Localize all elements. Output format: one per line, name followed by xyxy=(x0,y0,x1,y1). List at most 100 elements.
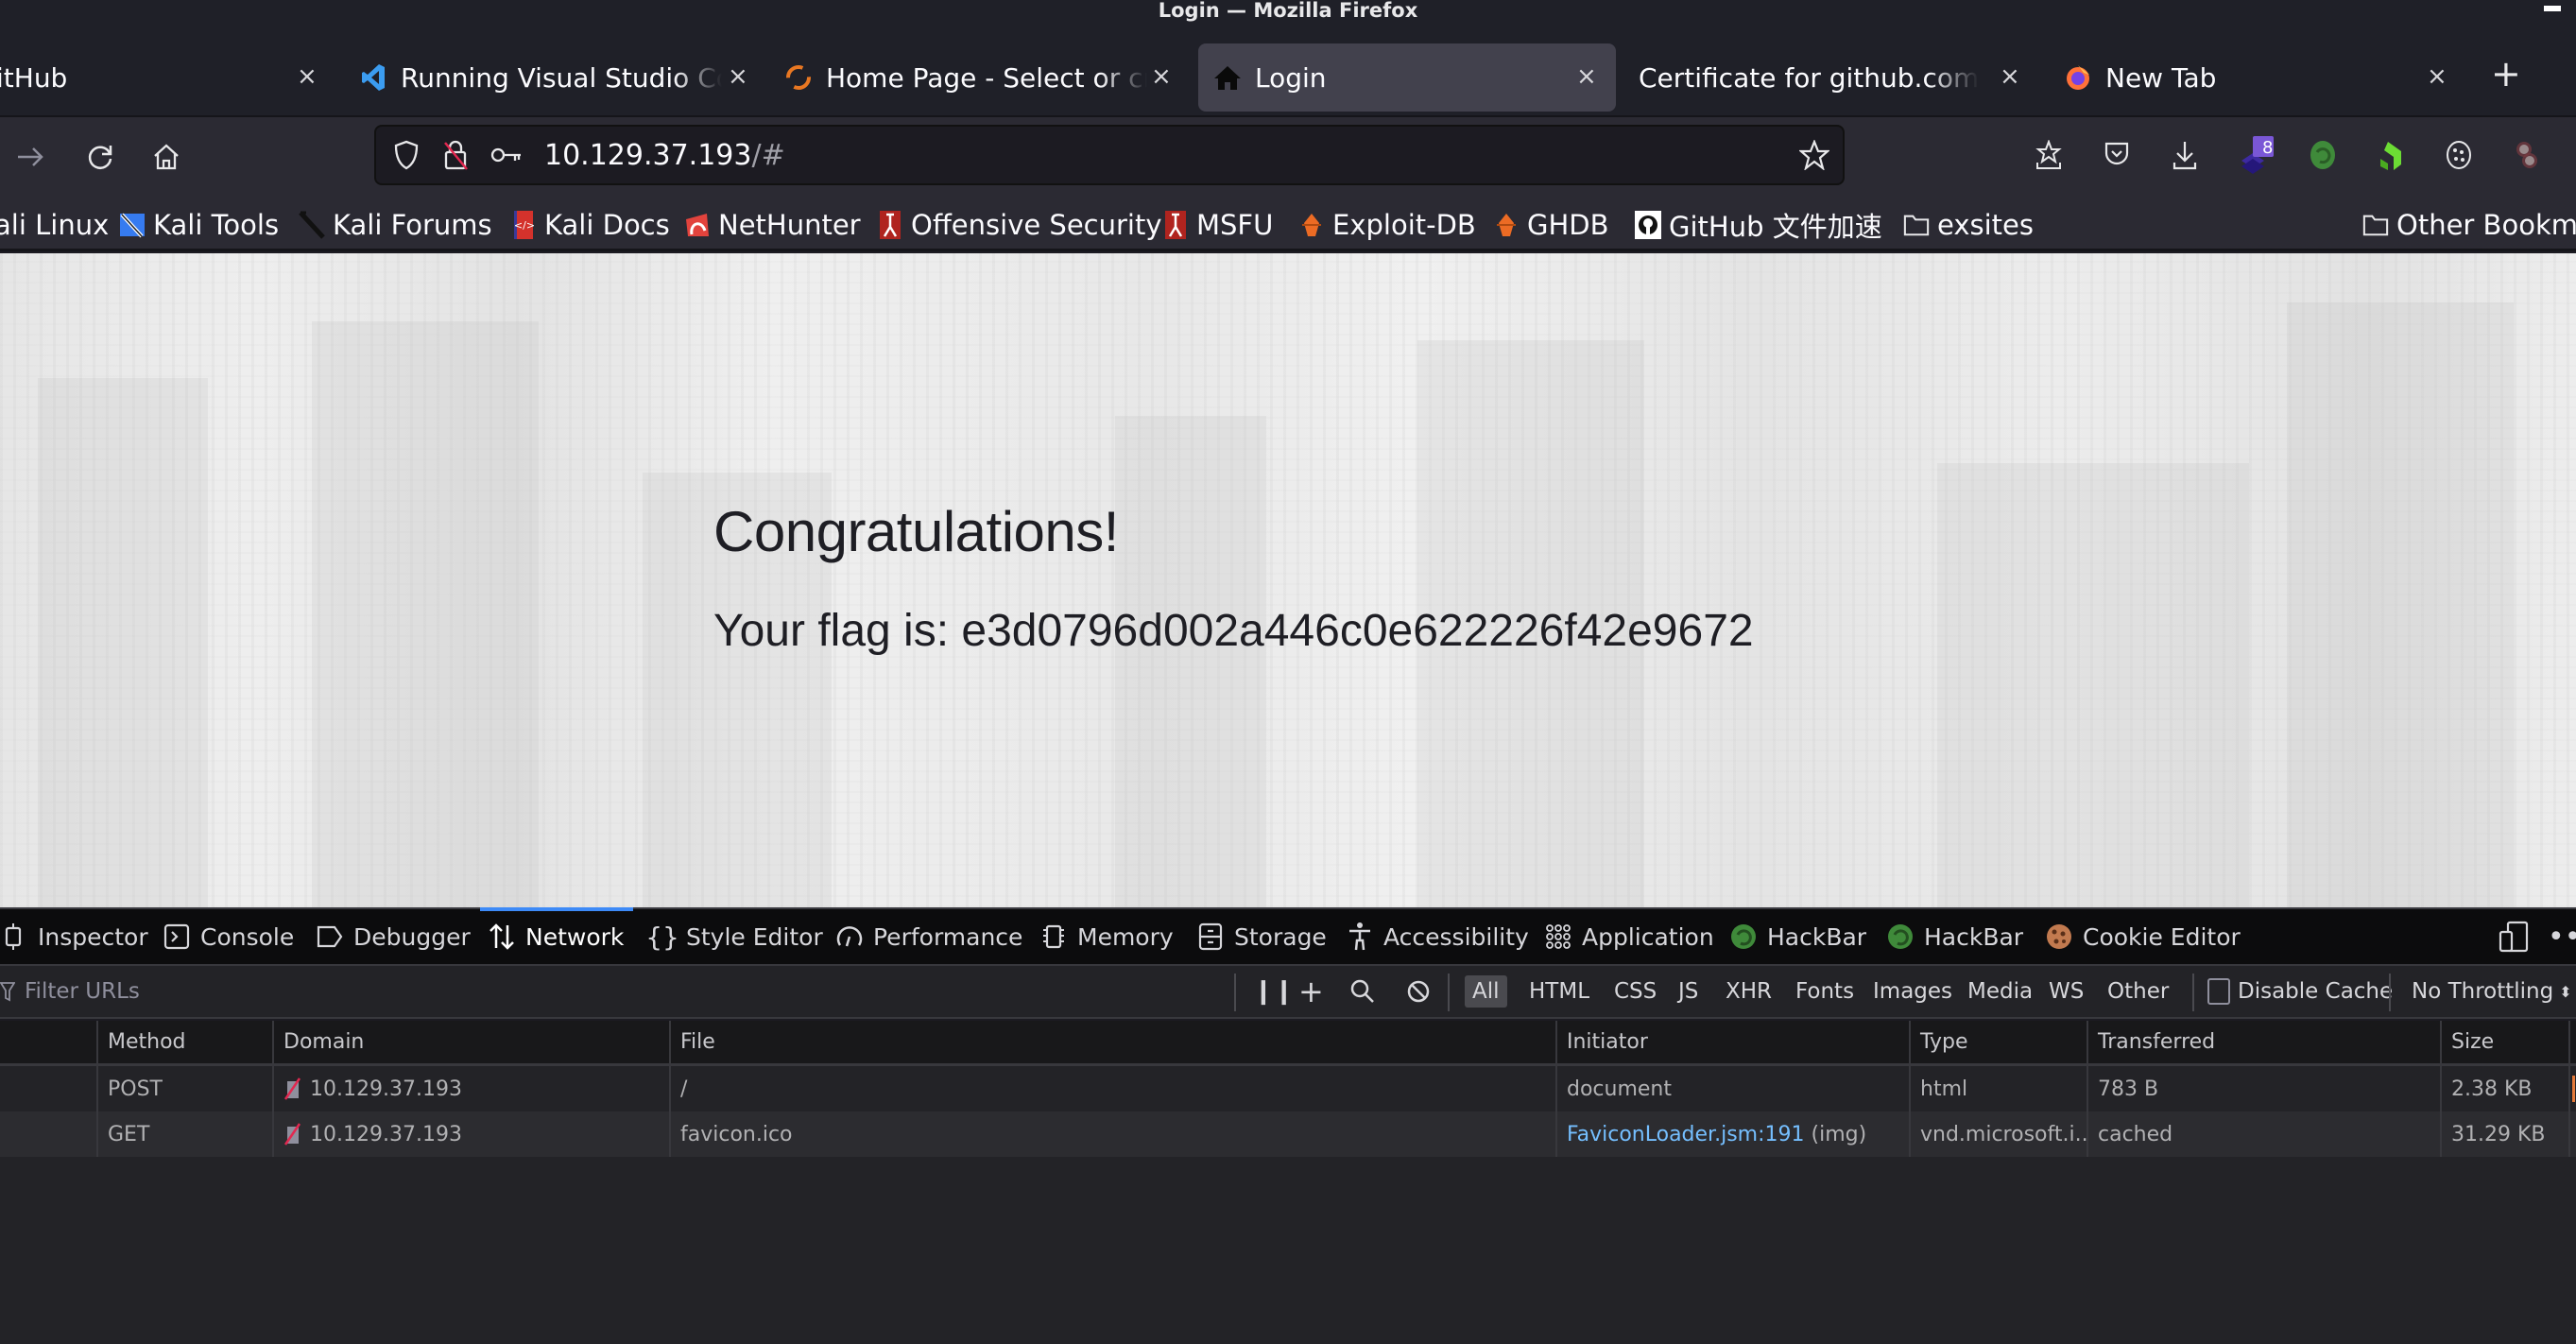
bookmark-offensive-security[interactable]: Offensive Security xyxy=(877,206,1162,244)
filter-css[interactable]: CSS xyxy=(1614,975,1657,1008)
devtools-tab-hackbar-1[interactable]: HackBar xyxy=(1729,909,1866,964)
throttling-select[interactable]: No Throttling ⬍ xyxy=(2412,975,2572,1008)
filter-all[interactable]: All xyxy=(1465,975,1507,1008)
pocket-icon[interactable] xyxy=(2096,134,2138,176)
kali-forums-icon xyxy=(299,211,325,239)
reload-button[interactable] xyxy=(77,134,123,180)
column-header-type[interactable]: Type xyxy=(1909,1021,2087,1063)
bookmark-star-icon[interactable] xyxy=(1797,138,1831,172)
bookmark-kali-forums[interactable]: Kali Forums xyxy=(299,206,492,244)
forward-button[interactable] xyxy=(8,134,53,180)
status-column-header[interactable] xyxy=(0,1021,96,1063)
close-tab-icon[interactable]: × xyxy=(1151,62,1172,91)
minimize-button[interactable] xyxy=(2544,6,2561,11)
devtools-tab-cookie-editor[interactable]: Cookie Editor xyxy=(2045,909,2241,964)
extension-stack-icon[interactable]: 8 xyxy=(2236,134,2277,176)
waterfall-column-header[interactable] xyxy=(2568,1021,2576,1063)
bookmark-kali-tools[interactable]: Kali Tools xyxy=(119,206,279,244)
column-header-size[interactable]: Size xyxy=(2440,1021,2568,1063)
devtools-tab-style-editor[interactable]: {} Style Editor xyxy=(645,909,823,964)
tab-home-page[interactable]: Home Page - Select or create × xyxy=(784,43,1172,112)
hackbar-icon xyxy=(1729,922,1758,951)
devtools-tab-label: Storage xyxy=(1234,922,1327,951)
devtools-tab-network[interactable]: Network xyxy=(479,907,634,964)
column-header-file[interactable]: File xyxy=(669,1021,1555,1063)
filter-ws[interactable]: WS xyxy=(2049,975,2084,1008)
close-tab-icon[interactable]: × xyxy=(1576,62,1597,91)
devtools-tab-memory[interactable]: Memory xyxy=(1039,909,1174,964)
tab-new-tab[interactable]: New Tab × xyxy=(2064,43,2451,112)
add-request-blocking-button[interactable]: + xyxy=(1298,974,1324,1009)
other-bookmarks-folder[interactable]: Other Bookmarks xyxy=(2362,206,2576,244)
new-tab-button[interactable]: + xyxy=(2491,53,2521,95)
hackbar-icon xyxy=(1886,922,1915,951)
hackbar-extension-icon[interactable] xyxy=(2302,134,2344,176)
tracking-protection-shield-icon[interactable] xyxy=(389,138,423,172)
tab-certificate[interactable]: Certificate for github.com × xyxy=(1639,43,2026,112)
column-header-initiator[interactable]: Initiator xyxy=(1555,1021,1909,1063)
devtools-more-options-button[interactable]: ••• xyxy=(2548,909,2576,964)
devtools-tab-accessibility[interactable]: Accessibility xyxy=(1346,909,1529,964)
tab-github[interactable]: itHub × xyxy=(0,43,318,112)
bookmark-nethunter[interactable]: NetHunter xyxy=(684,206,861,244)
devtools-tab-storage[interactable]: Storage xyxy=(1196,909,1327,964)
initiator-link[interactable]: FaviconLoader.jsm:191 xyxy=(1567,1123,1805,1146)
table-row[interactable]: POST 10.129.37.193 / document html 783 B… xyxy=(0,1066,2576,1111)
tab-login[interactable]: Login × xyxy=(1198,43,1616,112)
filter-xhr[interactable]: XHR xyxy=(1726,975,1772,1008)
devtools-tab-performance[interactable]: Performance xyxy=(835,909,1022,964)
bookmark-folder-exsites[interactable]: exsites xyxy=(1903,206,2034,244)
devtools-tab-console[interactable]: Console xyxy=(163,909,294,964)
foxyproxy-extension-icon[interactable] xyxy=(2506,134,2548,176)
saved-login-key-icon[interactable] xyxy=(489,138,524,172)
table-row[interactable]: GET 10.129.37.193 favicon.ico FaviconLoa… xyxy=(0,1111,2576,1157)
responsive-design-mode-button[interactable] xyxy=(2499,909,2529,964)
msfu-icon xyxy=(1162,211,1189,239)
bookmark-msfu[interactable]: MSFU xyxy=(1162,206,1273,244)
cookie-icon xyxy=(2045,922,2073,951)
wappalyzer-extension-icon[interactable] xyxy=(2370,134,2412,176)
close-tab-icon[interactable]: × xyxy=(2000,62,2020,91)
devtools-tab-label: Memory xyxy=(1077,922,1174,951)
filter-fonts[interactable]: Fonts xyxy=(1795,975,1854,1008)
filter-other[interactable]: Other xyxy=(2107,975,2169,1008)
bookmark-exploit-db[interactable]: Exploit-DB xyxy=(1298,206,1476,244)
close-tab-icon[interactable]: × xyxy=(2427,62,2447,91)
bookmark-label: exsites xyxy=(1937,209,2034,241)
filter-html[interactable]: HTML xyxy=(1529,975,1589,1008)
column-header-transferred[interactable]: Transferred xyxy=(2087,1021,2440,1063)
search-button[interactable] xyxy=(1349,975,1376,1008)
url-text[interactable]: 10.129.37.193/# xyxy=(544,139,785,172)
bookmark-kali-docs[interactable]: </> Kali Docs xyxy=(510,206,670,244)
kali-tools-icon xyxy=(119,211,146,239)
cookie-editor-icon[interactable] xyxy=(2438,134,2480,176)
home-button[interactable] xyxy=(144,134,189,180)
filter-urls-input[interactable]: Filter URLs xyxy=(0,979,140,1004)
disable-cache-checkbox[interactable]: Disable Cache xyxy=(2207,975,2393,1008)
bookmark-ghdb[interactable]: GHDB xyxy=(1493,206,1609,244)
bookmark-label: GitHub 文件加速 xyxy=(1669,211,1882,243)
filter-images[interactable]: Images xyxy=(1873,975,1952,1008)
filter-js[interactable]: JS xyxy=(1678,975,1698,1008)
pause-recording-button[interactable]: ❙❙ xyxy=(1253,975,1295,1008)
devtools-tab-hackbar-2[interactable]: HackBar xyxy=(1886,909,2023,964)
devtools-tab-application[interactable]: Application xyxy=(1544,909,1714,964)
bookmark-kali-linux[interactable]: ali Linux xyxy=(0,206,109,244)
close-tab-icon[interactable]: × xyxy=(728,62,748,91)
close-tab-icon[interactable]: × xyxy=(297,62,318,91)
throttling-value: No Throttling xyxy=(2412,979,2554,1004)
filter-media[interactable]: Media xyxy=(1967,975,2033,1008)
reading-list-icon[interactable] xyxy=(2028,134,2069,176)
window-title-bar: Login — Mozilla Firefox xyxy=(0,0,2576,42)
url-bar[interactable]: 10.129.37.193/# xyxy=(374,125,1845,185)
insecure-connection-lock-icon[interactable] xyxy=(438,138,472,172)
bookmark-label: Other Bookmarks xyxy=(2396,209,2576,241)
clear-requests-button[interactable] xyxy=(1406,975,1431,1008)
column-header-method[interactable]: Method xyxy=(96,1021,272,1063)
tab-vscode[interactable]: Running Visual Studio Code × xyxy=(359,43,748,112)
bookmark-github-accel[interactable]: GitHub 文件加速 xyxy=(1635,206,1882,244)
devtools-tab-debugger[interactable]: Debugger xyxy=(316,909,471,964)
column-header-domain[interactable]: Domain xyxy=(272,1021,669,1063)
downloads-icon[interactable] xyxy=(2164,134,2206,176)
devtools-tab-inspector[interactable]: Inspector xyxy=(0,909,148,964)
